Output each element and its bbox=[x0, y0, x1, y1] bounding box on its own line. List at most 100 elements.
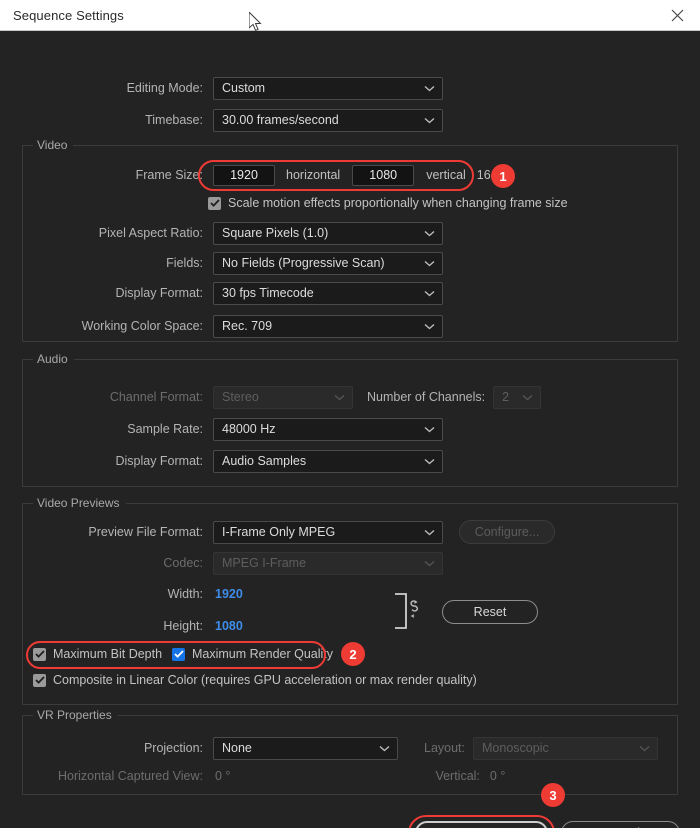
checkbox-maximum-render-quality[interactable]: Maximum Render Quality bbox=[172, 647, 333, 661]
field-pixel-aspect-ratio: Pixel Aspect Ratio: Square Pixels (1.0) bbox=[28, 221, 443, 245]
vr-properties-group-label: VR Properties bbox=[33, 708, 118, 722]
sample-rate-value: 48000 Hz bbox=[222, 422, 276, 436]
frame-size-horizontal-input[interactable]: 1920 bbox=[213, 164, 275, 186]
configure-button-label: Configure... bbox=[474, 525, 540, 539]
field-horizontal-captured-view: Horizontal Captured View: 0 ° Vertical: … bbox=[28, 765, 505, 787]
chevron-down-icon bbox=[424, 454, 435, 468]
link-chain-icon[interactable] bbox=[407, 599, 422, 619]
chevron-down-icon bbox=[424, 113, 435, 127]
preview-file-format-select[interactable]: I-Frame Only MPEG bbox=[213, 520, 443, 544]
field-audio-display-format: Display Format: Audio Samples bbox=[28, 449, 443, 473]
annotation-badge-2: 2 bbox=[341, 642, 365, 666]
video-display-format-value: 30 fps Timecode bbox=[222, 286, 314, 300]
annotation-badge-3: 3 bbox=[541, 783, 565, 807]
pixel-aspect-ratio-label: Pixel Aspect Ratio: bbox=[98, 226, 203, 240]
chevron-down-icon bbox=[639, 741, 650, 755]
preview-width-label: Width: bbox=[167, 587, 203, 601]
working-color-space-label: Working Color Space: bbox=[81, 319, 203, 333]
channel-format-select: Stereo bbox=[213, 385, 353, 409]
ok-button[interactable]: OK bbox=[415, 821, 548, 828]
projection-value: None bbox=[222, 741, 252, 755]
checkbox-scale-motion-effects[interactable]: Scale motion effects proportionally when… bbox=[208, 196, 568, 210]
frame-size-vertical-input[interactable]: 1080 bbox=[352, 164, 415, 186]
chevron-down-icon bbox=[334, 390, 345, 404]
audio-display-format-value: Audio Samples bbox=[222, 454, 307, 468]
preview-width-value[interactable]: 1920 bbox=[215, 587, 243, 601]
sequence-settings-dialog: Sequence Settings Editing Mode: Custom T… bbox=[0, 0, 700, 828]
field-fields: Fields: No Fields (Progressive Scan) bbox=[28, 251, 443, 275]
field-preview-file-format: Preview File Format: I-Frame Only MPEG C… bbox=[28, 520, 555, 544]
field-video-display-format: Display Format: 30 fps Timecode bbox=[28, 281, 443, 305]
composite-linear-color-label: Composite in Linear Color (requires GPU … bbox=[53, 673, 477, 687]
sample-rate-select[interactable]: 48000 Hz bbox=[213, 417, 443, 441]
close-icon[interactable] bbox=[654, 0, 700, 30]
number-of-channels-value: 2 bbox=[502, 390, 510, 404]
annotation-badge-1: 1 bbox=[491, 164, 515, 188]
number-of-channels-select: 2 bbox=[493, 385, 542, 409]
frame-size-horizontal-unit: horizontal bbox=[286, 168, 341, 182]
fields-value: No Fields (Progressive Scan) bbox=[222, 256, 385, 270]
field-sample-rate: Sample Rate: 48000 Hz bbox=[28, 417, 443, 441]
checkbox-maximum-bit-depth[interactable]: Maximum Bit Depth bbox=[33, 647, 162, 661]
preview-file-format-label: Preview File Format: bbox=[88, 525, 203, 539]
horizontal-captured-view-label: Horizontal Captured View: bbox=[58, 769, 203, 783]
fields-select[interactable]: No Fields (Progressive Scan) bbox=[213, 251, 443, 275]
editing-mode-value: Custom bbox=[222, 81, 266, 95]
chevron-down-icon bbox=[424, 525, 435, 539]
field-codec: Codec: MPEG I-Frame bbox=[28, 551, 443, 575]
projection-select[interactable]: None bbox=[213, 736, 398, 760]
timebase-label: Timebase: bbox=[145, 113, 203, 127]
working-color-space-select[interactable]: Rec. 709 bbox=[213, 314, 443, 338]
reset-button[interactable]: Reset bbox=[442, 600, 538, 624]
field-editing-mode: Editing Mode: Custom bbox=[28, 76, 468, 100]
chevron-down-icon bbox=[424, 319, 435, 333]
frame-size-horizontal-value: 1920 bbox=[230, 168, 258, 182]
pixel-aspect-ratio-select[interactable]: Square Pixels (1.0) bbox=[213, 221, 443, 245]
checkbox-checked-icon bbox=[33, 673, 46, 687]
layout-select: Monoscopic bbox=[473, 736, 659, 760]
page-title: Sequence Settings bbox=[13, 7, 124, 23]
checkbox-checked-icon bbox=[172, 647, 185, 661]
timebase-select[interactable]: 30.00 frames/second bbox=[213, 108, 443, 132]
editing-mode-select[interactable]: Custom bbox=[213, 76, 443, 100]
codec-value: MPEG I-Frame bbox=[222, 556, 307, 570]
checkbox-checked-icon bbox=[33, 647, 46, 661]
timebase-value: 30.00 frames/second bbox=[222, 113, 339, 127]
sample-rate-label: Sample Rate: bbox=[127, 422, 203, 436]
editing-mode-label: Editing Mode: bbox=[126, 81, 203, 95]
audio-group-label: Audio bbox=[33, 352, 74, 366]
preview-file-format-value: I-Frame Only MPEG bbox=[222, 525, 336, 539]
maximum-bit-depth-label: Maximum Bit Depth bbox=[53, 647, 163, 661]
field-channel-format: Channel Format: Stereo Number of Channel… bbox=[28, 385, 542, 409]
field-projection: Projection: None Layout: Monoscopic bbox=[28, 736, 659, 760]
checkbox-composite-linear-color[interactable]: Composite in Linear Color (requires GPU … bbox=[33, 673, 477, 687]
field-preview-width: Width: 1920 bbox=[28, 583, 243, 605]
layout-value: Monoscopic bbox=[482, 741, 549, 755]
frame-size-label: Frame Size: bbox=[135, 168, 203, 182]
checkbox-checked-icon bbox=[208, 196, 221, 210]
pixel-aspect-ratio-value: Square Pixels (1.0) bbox=[222, 226, 329, 240]
field-preview-height: Height: 1080 bbox=[28, 615, 243, 637]
chevron-down-icon bbox=[424, 256, 435, 270]
codec-label: Codec: bbox=[163, 556, 203, 570]
codec-select: MPEG I-Frame bbox=[213, 551, 443, 575]
horizontal-captured-view-value: 0 ° bbox=[215, 769, 231, 783]
chevron-down-icon bbox=[424, 422, 435, 436]
projection-label: Projection: bbox=[143, 741, 203, 755]
maximum-render-quality-label: Maximum Render Quality bbox=[192, 647, 334, 661]
preview-height-value[interactable]: 1080 bbox=[215, 619, 243, 633]
audio-display-format-label: Display Format: bbox=[115, 454, 203, 468]
preview-height-label: Height: bbox=[163, 619, 203, 633]
close-glyph bbox=[671, 9, 683, 21]
layout-label: Layout: bbox=[424, 741, 466, 755]
number-of-channels-label: Number of Channels: bbox=[367, 390, 486, 404]
scale-motion-effects-label: Scale motion effects proportionally when… bbox=[228, 196, 568, 210]
channel-format-value: Stereo bbox=[222, 390, 259, 404]
chevron-down-icon bbox=[424, 556, 435, 570]
audio-display-format-select[interactable]: Audio Samples bbox=[213, 449, 443, 473]
video-display-format-select[interactable]: 30 fps Timecode bbox=[213, 281, 443, 305]
frame-size-vertical-value: 1080 bbox=[369, 168, 398, 182]
cancel-button[interactable]: Cancel bbox=[561, 821, 680, 828]
chevron-down-icon bbox=[522, 390, 533, 404]
vertical-value: 0 ° bbox=[489, 769, 506, 783]
